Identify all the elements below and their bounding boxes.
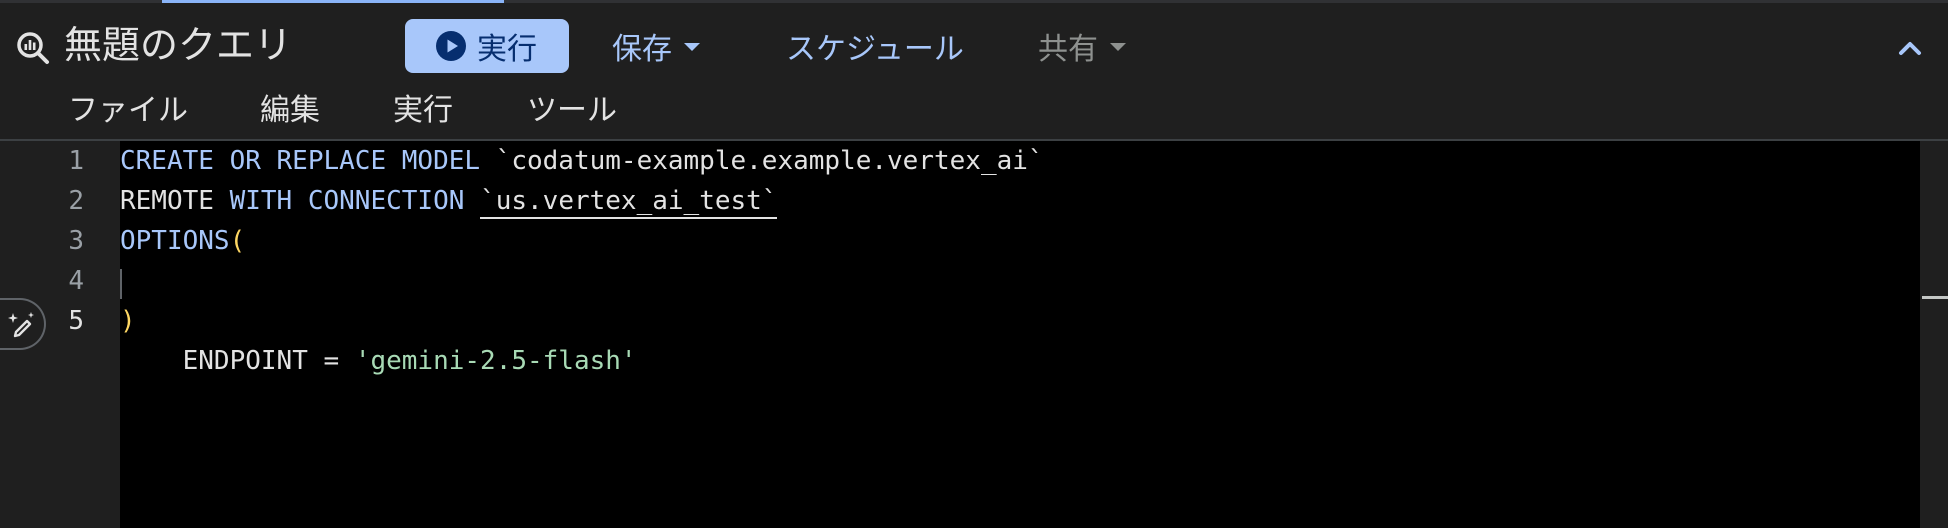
sql-keyword: OPTIONS — [120, 226, 230, 256]
code-line: ) — [120, 301, 136, 341]
sql-paren: ) — [120, 306, 136, 336]
schedule-button[interactable]: スケジュール — [786, 19, 964, 73]
sql-connection-identifier: `us.vertex_ai_test` — [480, 186, 778, 219]
play-circle-icon — [436, 31, 466, 61]
run-button[interactable]: 実行 — [405, 19, 569, 73]
line-number: 3 — [68, 226, 84, 256]
editor-scrollbar[interactable] — [1920, 141, 1948, 528]
save-button[interactable]: 保存 — [612, 19, 700, 73]
query-title[interactable]: 無題のクエリ — [64, 19, 292, 71]
sql-paren: ( — [229, 226, 246, 256]
sql-text: `codatum-example.example.vertex_ai` — [480, 146, 1044, 176]
menu-run[interactable]: 実行 — [393, 87, 453, 135]
line-number: 1 — [68, 146, 84, 176]
menu-bar: ファイル 編集 実行 ツール — [0, 83, 1948, 139]
menu-tools[interactable]: ツール — [527, 87, 617, 135]
share-button[interactable]: 共有 — [1038, 19, 1126, 73]
share-button-label: 共有 — [1038, 32, 1098, 67]
code-line: ENDPOINT = 'gemini-2.5-flash' — [120, 261, 637, 381]
code-line: CREATE OR REPLACE MODEL `codatum-example… — [120, 141, 1044, 181]
indent-guide — [120, 269, 122, 299]
menu-file[interactable]: ファイル — [68, 87, 188, 135]
caret-down-icon — [684, 43, 700, 51]
query-search-icon — [17, 32, 49, 64]
sql-text: ENDPOINT = — [151, 346, 355, 376]
magic-pen-icon — [8, 312, 34, 338]
code-line: OPTIONS( — [120, 221, 245, 261]
save-button-label: 保存 — [612, 32, 672, 67]
line-number: 4 — [68, 266, 84, 296]
chevron-up-icon[interactable] — [1892, 31, 1928, 67]
menu-edit[interactable]: 編集 — [260, 87, 320, 135]
sql-keyword: CREATE OR REPLACE MODEL — [120, 146, 481, 176]
schedule-button-label: スケジュール — [786, 32, 964, 67]
sql-editor[interactable]: CREATE OR REPLACE MODEL `codatum-example… — [120, 141, 1920, 528]
caret-down-icon — [1110, 43, 1126, 51]
sql-keyword: WITH CONNECTION — [229, 186, 465, 216]
sql-text: REMOTE — [120, 186, 230, 216]
run-button-label: 実行 — [477, 32, 537, 67]
sql-string-literal: 'gemini-2.5-flash' — [354, 346, 637, 376]
line-number: 2 — [68, 186, 84, 216]
query-header: 無題のクエリ 実行 保存 スケジュール 共有 — [0, 3, 1948, 83]
scrollbar-position-marker — [1922, 296, 1948, 299]
code-line: REMOTE WITH CONNECTION `us.vertex_ai_tes… — [120, 181, 778, 221]
